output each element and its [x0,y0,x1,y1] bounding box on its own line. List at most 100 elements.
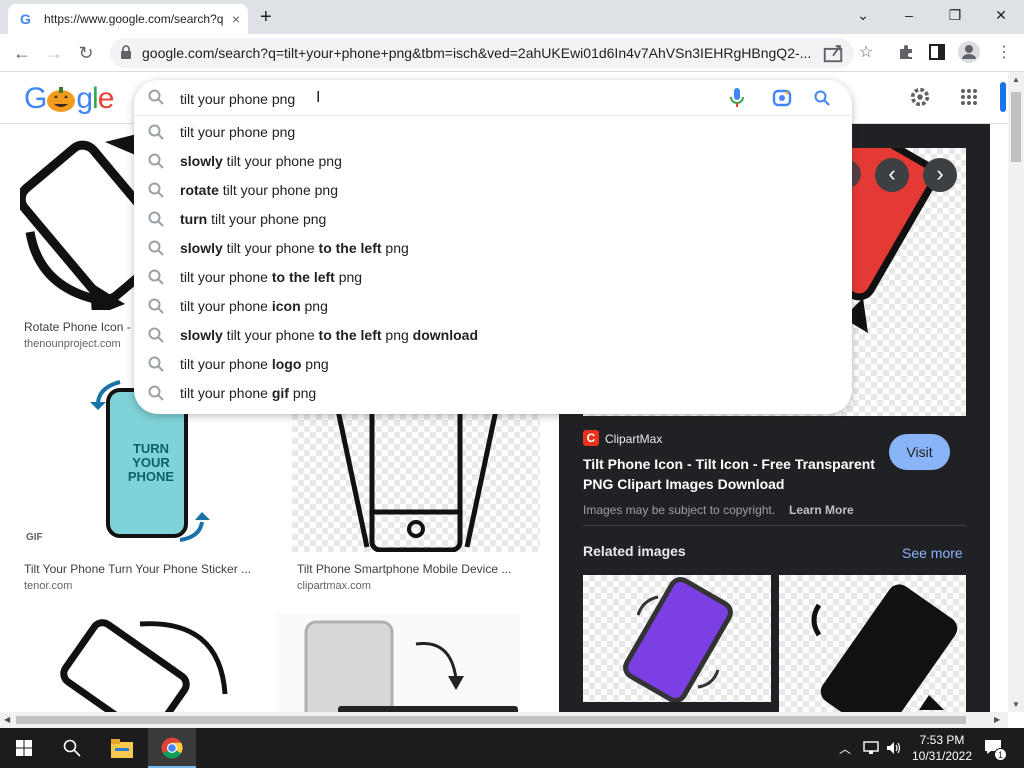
suggestion-text[interactable]: tilt your phone png [180,124,295,140]
pumpkin-icon [47,87,76,112]
chrome-taskbar-button[interactable] [148,728,196,768]
result-image-5[interactable] [276,614,520,712]
suggestion-suffix: png [381,240,409,256]
windows-start-icon[interactable] [16,740,32,756]
share-icon[interactable] [822,42,844,64]
suggestion-bold-middle: to the left [318,327,382,343]
clipartmax-logo-icon: C [583,430,599,446]
suggestion-item[interactable]: slowly tilt your phone to the left png d… [134,321,852,350]
voice-search-mic-icon[interactable] [730,88,744,108]
extensions-icon[interactable] [897,43,915,61]
scroll-left-arrow-icon[interactable]: ◀ [4,715,10,724]
next-image-button[interactable]: › [923,158,957,192]
chrome-icon [161,737,183,759]
notification-count-badge: 1 [994,748,1007,761]
panel-source-name[interactable]: ClipartMax [605,432,662,446]
suggestion-item[interactable]: tilt your phone png [134,118,852,147]
result-image-4[interactable] [20,614,258,712]
suggestion-item[interactable]: rotate tilt your phone png [134,176,852,205]
suggestion-item[interactable]: tilt your phone to the left png [134,263,852,292]
address-bar[interactable]: google.com/search?q=tilt+your+phone+png&… [110,38,854,68]
suggestion-text[interactable]: tilt your phone icon png [180,298,328,314]
see-more-link[interactable]: See more [902,545,963,561]
tab-search-icon[interactable]: ⌄ [840,4,886,30]
related-images-heading: Related images [583,543,686,559]
forward-icon[interactable]: → [42,42,66,64]
search-icon [148,124,164,140]
suggestion-text[interactable]: tilt your phone to the left png [180,269,362,285]
side-panel-icon[interactable] [929,44,945,60]
lens-search-camera-icon[interactable] [772,88,792,108]
google-favicon-icon: G [20,11,31,27]
scroll-right-arrow-icon[interactable]: ▶ [994,715,1000,724]
tab-close-icon[interactable]: × [232,11,240,27]
suggestion-bold-middle: gif [271,385,289,401]
browser-tab[interactable]: G https://www.google.com/search?q=tilt+y… [8,4,248,34]
suggestion-text[interactable]: slowly tilt your phone to the left png [180,240,409,256]
menu-kebab-icon[interactable]: ⋮ [993,42,1015,64]
search-submit-icon[interactable] [814,90,830,106]
result-caption-3[interactable]: Tilt Phone Smartphone Mobile Device ... [297,562,511,576]
url-text[interactable]: google.com/search?q=tilt+your+phone+png&… [142,45,822,61]
suggestion-text[interactable]: tilt your phone gif png [180,385,316,401]
suggestion-item[interactable]: tilt your phone icon png [134,292,852,321]
tray-overflow-chevron-icon[interactable]: ︿ [839,740,851,757]
google-apps-icon[interactable] [960,88,978,106]
horizontal-scrollbar[interactable]: ◀ ▶ [0,712,1008,728]
related-image-2[interactable] [779,575,966,712]
suggestion-item[interactable]: slowly tilt your phone png [134,147,852,176]
result-caption-1[interactable]: Rotate Phone Icon - [24,320,131,334]
result-source-1[interactable]: thenounproject.com [24,338,121,350]
suggestion-suffix: png [381,327,413,343]
suggestion-text[interactable]: tilt your phone logo png [180,356,329,372]
taskbar-search-icon[interactable] [63,739,81,757]
suggestion-item[interactable]: tilt your phone gif png [134,379,852,408]
new-tab-button[interactable]: + [260,6,272,29]
related-image-1[interactable] [583,575,771,703]
hscroll-thumb[interactable] [16,716,966,724]
minimize-button[interactable]: – [886,4,932,30]
suggestion-text[interactable]: turn tilt your phone png [180,211,326,227]
search-input[interactable]: tilt your phone png [180,91,295,107]
sign-in-button-edge[interactable] [1000,82,1006,112]
result-caption-2[interactable]: Tilt Your Phone Turn Your Phone Sticker … [24,562,251,576]
suggestion-bold-prefix: turn [180,211,208,227]
scroll-thumb[interactable] [1011,92,1021,162]
search-icon [148,356,164,372]
suggestion-text[interactable]: slowly tilt your phone to the left png d… [180,327,478,343]
profile-avatar-icon[interactable] [958,41,980,63]
suggestion-text[interactable]: slowly tilt your phone png [180,153,342,169]
suggestion-text[interactable]: rotate tilt your phone png [180,182,338,198]
result-source-3[interactable]: clipartmax.com [297,580,371,592]
bookmark-star-icon[interactable]: ☆ [855,42,877,64]
prev-image-button[interactable]: ‹ [875,158,909,192]
network-icon[interactable] [863,741,879,755]
search-icon [148,89,164,105]
suggestion-item[interactable]: turn tilt your phone png [134,205,852,234]
taskbar-date[interactable]: 10/31/2022 [909,749,975,763]
file-explorer-icon[interactable] [111,738,133,758]
volume-icon[interactable] [886,741,902,755]
scroll-down-arrow-icon[interactable]: ▼ [1012,700,1020,709]
visit-button[interactable]: Visit [889,434,950,470]
vertical-scrollbar[interactable]: ▲ ▼ [1008,72,1024,712]
suggestion-query-part: tilt your phone png [207,211,327,227]
learn-more-link[interactable]: Learn More [789,503,854,517]
restore-button[interactable]: ❐ [932,4,978,30]
settings-gear-icon[interactable] [909,86,931,108]
search-input-row[interactable]: tilt your phone png I [134,80,852,116]
suggestion-bold-middle: logo [271,356,302,372]
suggestion-item[interactable]: slowly tilt your phone to the left png [134,234,852,263]
reload-icon[interactable]: ↻ [74,42,98,64]
close-window-button[interactable]: ✕ [978,4,1024,30]
scroll-up-arrow-icon[interactable]: ▲ [1012,75,1020,84]
search-icon [148,182,164,198]
result-source-2[interactable]: tenor.com [24,580,72,592]
back-icon[interactable]: ← [10,42,34,64]
panel-image-title[interactable]: Tilt Phone Icon - Tilt Icon - Free Trans… [583,454,883,494]
google-doodle-logo[interactable]: Ggle [24,82,114,116]
taskbar-time[interactable]: 7:53 PM [915,733,969,747]
suggestion-item[interactable]: tilt your phone logo png [134,350,852,379]
lock-icon[interactable] [120,45,132,59]
search-icon [148,240,164,256]
